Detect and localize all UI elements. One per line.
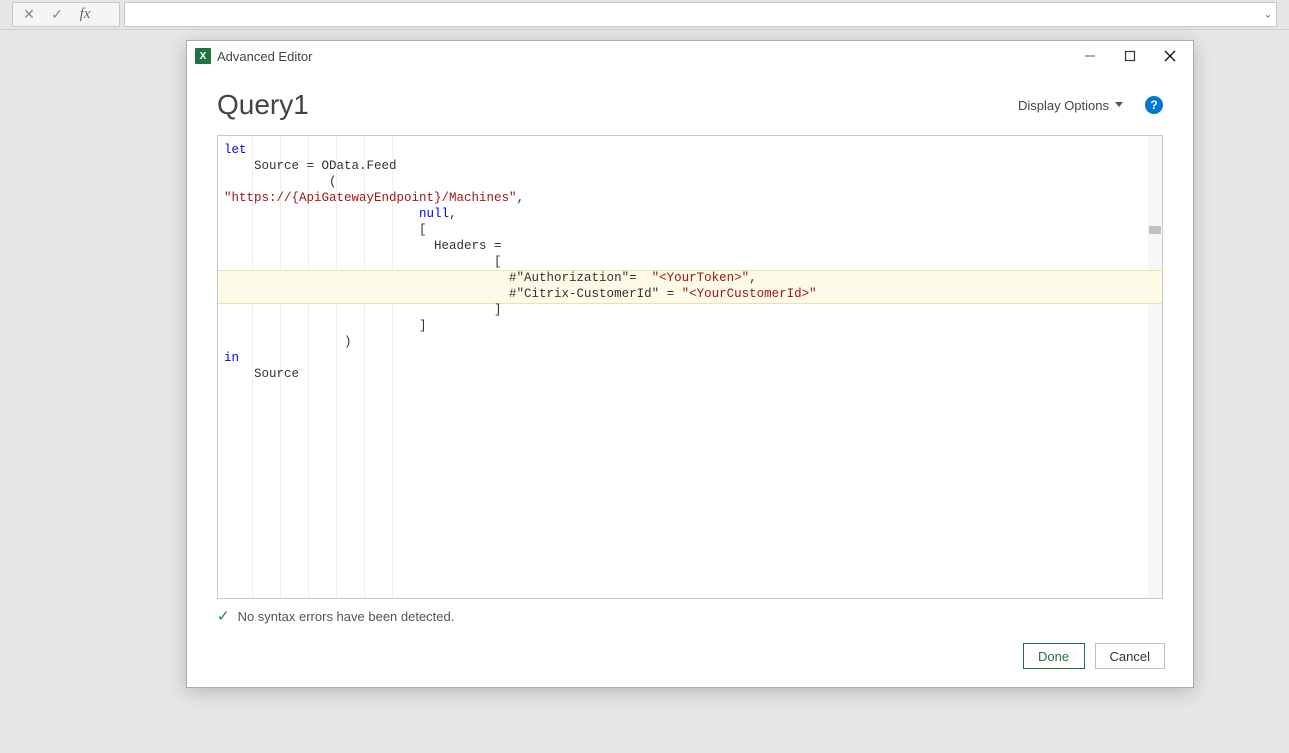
minimize-button[interactable] bbox=[1073, 44, 1107, 68]
code-text: let Source = OData.Feed ( "https://{ApiG… bbox=[218, 136, 1162, 382]
formula-bar-controls: ✕ ✓ fx bbox=[12, 2, 120, 27]
excel-icon: X bbox=[195, 48, 211, 64]
display-options-label: Display Options bbox=[1018, 98, 1109, 113]
done-button[interactable]: Done bbox=[1023, 643, 1085, 669]
status-text: No syntax errors have been detected. bbox=[238, 609, 455, 624]
fx-icon[interactable]: fx bbox=[73, 4, 97, 26]
help-button[interactable]: ? bbox=[1145, 96, 1163, 114]
chevron-down-icon bbox=[1115, 102, 1123, 108]
dialog-header: Query1 Display Options ? bbox=[187, 71, 1193, 127]
maximize-button[interactable] bbox=[1113, 44, 1147, 68]
dialog-title: Advanced Editor bbox=[217, 49, 312, 64]
formula-accept-button[interactable]: ✓ bbox=[45, 4, 69, 26]
display-options-dropdown[interactable]: Display Options bbox=[1010, 94, 1131, 117]
formula-bar: ✕ ✓ fx ⌄ bbox=[0, 0, 1289, 30]
formula-dropdown-icon: ⌄ bbox=[1264, 9, 1272, 20]
status-bar: ✓ No syntax errors have been detected. bbox=[187, 603, 1193, 629]
cancel-button[interactable]: Cancel bbox=[1095, 643, 1165, 669]
check-icon: ✓ bbox=[217, 607, 230, 625]
close-icon bbox=[1164, 50, 1176, 62]
dialog-titlebar: X Advanced Editor bbox=[187, 41, 1193, 71]
dialog-buttons: Done Cancel bbox=[187, 629, 1193, 687]
minimize-icon bbox=[1084, 50, 1096, 62]
formula-cancel-button[interactable]: ✕ bbox=[17, 4, 41, 26]
code-editor[interactable]: let Source = OData.Feed ( "https://{ApiG… bbox=[217, 135, 1163, 599]
query-name: Query1 bbox=[217, 89, 1010, 121]
advanced-editor-dialog: X Advanced Editor Query1 Display Options… bbox=[186, 40, 1194, 688]
formula-input[interactable]: ⌄ bbox=[124, 2, 1277, 27]
close-button[interactable] bbox=[1153, 44, 1187, 68]
maximize-icon bbox=[1124, 50, 1136, 62]
